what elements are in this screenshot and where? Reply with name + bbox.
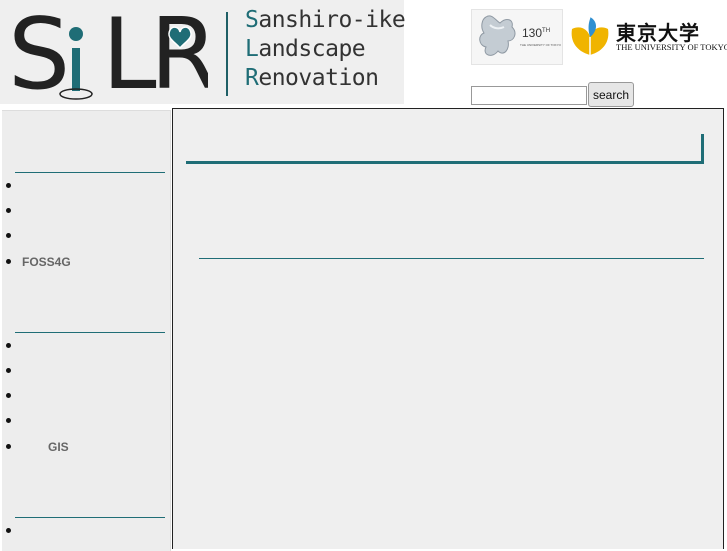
anniversary-sculpture-icon [479, 15, 516, 56]
sidebar-section-1-rule [15, 172, 165, 173]
sidebar-item-foss4g[interactable]: FOSS4G [6, 254, 71, 270]
sidebar-section-3-rule [15, 517, 165, 518]
sidebar: FOSS4G GIS [2, 110, 171, 551]
bullet-icon [6, 233, 11, 239]
sidebar-item[interactable] [6, 178, 22, 194]
logo-divider [226, 12, 228, 96]
bullet-icon [6, 418, 11, 424]
sidebar-item[interactable] [6, 338, 22, 354]
sidebar-item[interactable] [6, 388, 22, 404]
sidebar-item-gis[interactable]: GIS [6, 439, 69, 455]
sidebar-item[interactable] [6, 228, 22, 244]
sidebar-item[interactable] [6, 203, 22, 219]
sidebar-section-2-rule [15, 332, 165, 333]
bullet-icon [6, 368, 11, 374]
main-title-rule-end [701, 134, 704, 164]
search-button[interactable]: search [588, 82, 634, 107]
bullet-icon [6, 444, 11, 450]
sidebar-item[interactable] [6, 413, 22, 429]
logo-line-3: Renovation [245, 65, 379, 91]
logo-letter-s: S [8, 8, 70, 100]
ginkgo-icon [571, 17, 609, 55]
search-input[interactable] [471, 86, 587, 105]
logo-letter-r: R [150, 8, 208, 100]
logo-line-1: Sanshiro-ike [245, 7, 406, 33]
university-of-tokyo-logo[interactable]: 東京大学 THE UNIVERSITY OF TOKYO [566, 15, 727, 57]
anniversary-subtitle: THE UNIVERSITY OF TOKYO [520, 43, 562, 47]
bullet-icon [6, 208, 11, 214]
sidebar-item[interactable] [6, 363, 22, 379]
bullet-icon [6, 343, 11, 349]
bullet-icon [6, 183, 11, 189]
university-english: THE UNIVERSITY OF TOKYO [616, 42, 727, 52]
main-title-rule [186, 161, 703, 164]
main-content [172, 108, 724, 549]
logo-wordmark: Sanshiro-ike Landscape Renovation [245, 6, 406, 93]
logo-person-body [72, 48, 80, 91]
bullet-icon [6, 393, 11, 399]
logo-line-2: Landscape [245, 36, 366, 62]
logo-letter-l: L [102, 8, 157, 100]
silr-logo-graphic: S L R [8, 0, 218, 112]
site-logo[interactable]: S L R Sanshiro-ike Landscape Renovation [0, 0, 406, 112]
main-subheading-rule [199, 258, 704, 259]
silr-logo-mark: S L R [8, 0, 218, 112]
sidebar-item[interactable] [6, 523, 22, 539]
anniversary-number: 130TH [522, 26, 551, 40]
anniversary-130-badge[interactable]: 130TH THE UNIVERSITY OF TOKYO [471, 9, 563, 65]
bullet-icon [6, 528, 11, 534]
logo-person-head [69, 27, 83, 41]
bullet-icon [6, 259, 11, 265]
